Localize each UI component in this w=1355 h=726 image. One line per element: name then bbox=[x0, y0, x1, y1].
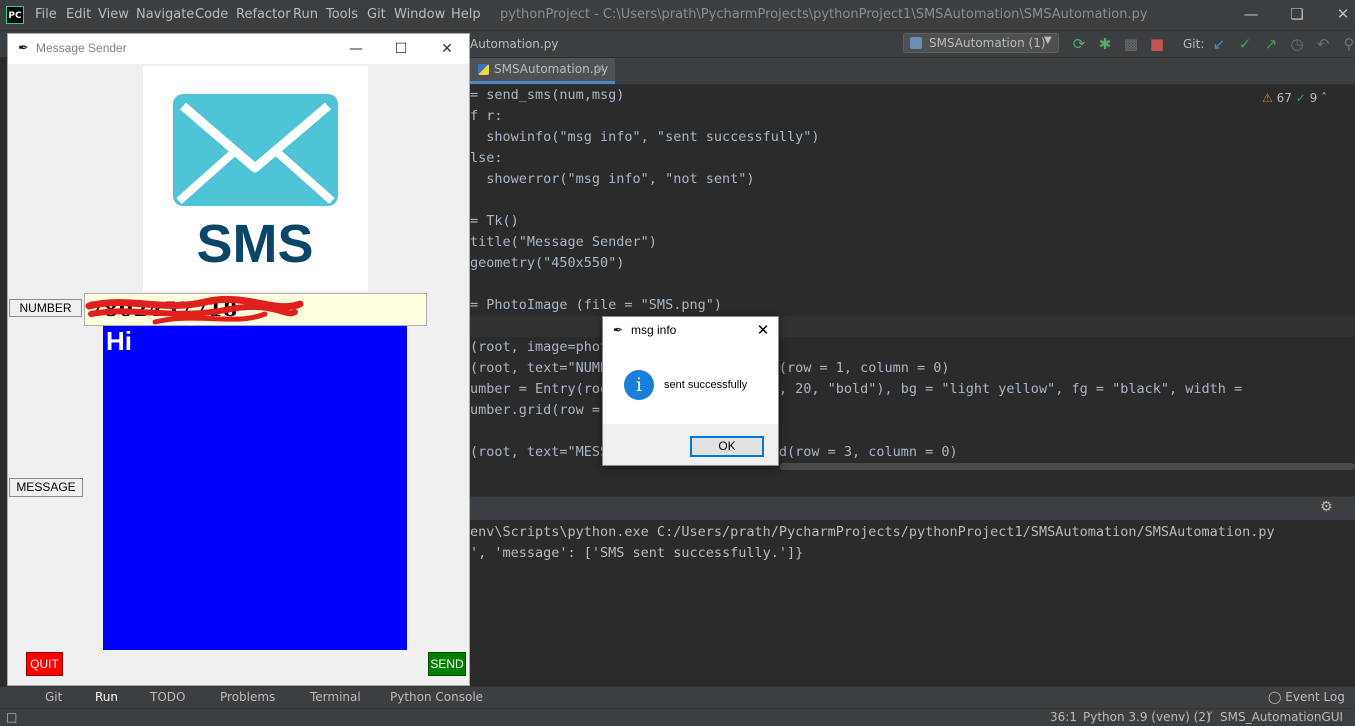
breadcrumb[interactable]: Automation.py bbox=[470, 37, 558, 51]
menu-git[interactable]: Git bbox=[367, 7, 386, 22]
tool-todo[interactable]: TODO bbox=[150, 690, 185, 704]
inspection-widget[interactable]: ⚠ 67 ✓ 9 ˆ bbox=[1262, 91, 1327, 105]
event-log-icon: ◯ bbox=[1268, 690, 1282, 704]
code-line: = PhotoImage (file = "SMS.png") bbox=[470, 297, 722, 313]
tool-problems[interactable]: Problems bbox=[220, 690, 275, 704]
dialog-message: sent successfully bbox=[664, 379, 748, 391]
tool-terminal[interactable]: Terminal bbox=[310, 690, 361, 704]
git-branch[interactable]: SMS_AutomationGUI bbox=[1220, 710, 1343, 724]
ide-minimize-icon[interactable]: — bbox=[1236, 4, 1266, 24]
code-line: showerror("msg info", "not sent") bbox=[470, 171, 755, 187]
editor-horizontal-scrollbar[interactable] bbox=[780, 463, 1355, 470]
search-icon[interactable]: ⚲ bbox=[1340, 35, 1355, 53]
caret-position[interactable]: 36:1 bbox=[1050, 710, 1077, 724]
stop-icon[interactable]: ■ bbox=[1148, 35, 1166, 53]
message-sender-window: ✒ Message Sender — ☐ ✕ SMS NUMBER 780245… bbox=[7, 33, 470, 686]
menu-file[interactable]: File bbox=[35, 7, 57, 22]
tab-close-icon[interactable]: ✕ bbox=[595, 61, 605, 75]
ide-close-icon[interactable]: ✕ bbox=[1328, 4, 1355, 24]
python-file-icon bbox=[910, 37, 922, 49]
code-line: showinfo("msg info", "sent successfully"… bbox=[470, 129, 820, 145]
gear-icon[interactable]: ⚙ bbox=[1320, 499, 1333, 515]
debug-icon[interactable]: ✱ bbox=[1096, 35, 1114, 53]
git-label: Git: bbox=[1183, 37, 1205, 51]
tool-python-console[interactable]: Python Console bbox=[390, 690, 483, 704]
tk-window-title: Message Sender bbox=[36, 41, 127, 55]
weak-warning-count: 9 bbox=[1309, 91, 1318, 105]
tk-close-icon[interactable]: ✕ bbox=[432, 37, 462, 61]
git-branch-icon: ᛉ bbox=[1206, 710, 1214, 724]
run-configuration-label: SMSAutomation (1) bbox=[929, 36, 1046, 50]
message-textarea[interactable]: Hi bbox=[103, 326, 407, 650]
git-push-icon[interactable]: ↗ bbox=[1262, 35, 1280, 53]
code-line: f r: bbox=[470, 108, 503, 124]
envelope-icon: SMS bbox=[173, 94, 338, 274]
console-line: env\Scripts\python.exe C:/Users/prath/Py… bbox=[470, 524, 1275, 540]
tk-minimize-icon[interactable]: — bbox=[341, 37, 371, 61]
run-tool-window-header bbox=[470, 496, 1355, 521]
tk-maximize-icon[interactable]: ☐ bbox=[386, 37, 416, 61]
msg-info-dialog: ✒ msg info ✕ i sent successfully OK bbox=[602, 316, 779, 466]
git-history-icon[interactable]: ◷ bbox=[1288, 35, 1306, 53]
menu-tools[interactable]: Tools bbox=[326, 7, 358, 22]
menu-run[interactable]: Run bbox=[293, 7, 318, 22]
menu-edit[interactable]: Edit bbox=[66, 7, 91, 22]
code-line: umber.grid(row = 1 bbox=[470, 402, 617, 418]
coverage-icon[interactable]: ▩ bbox=[1122, 35, 1140, 53]
warning-count: 67 bbox=[1276, 91, 1292, 105]
run-configuration-select[interactable]: SMSAutomation (1) ▼ bbox=[903, 33, 1059, 53]
code-line: title("Message Sender") bbox=[470, 234, 657, 250]
event-log-button[interactable]: ◯ Event Log bbox=[1268, 690, 1345, 704]
code-line: umber = Entry(root, font = ("Algerian", … bbox=[470, 381, 1243, 397]
dialog-title: msg info bbox=[631, 323, 677, 337]
interpreter-selector[interactable]: Python 3.9 (venv) (2) bbox=[1083, 710, 1211, 724]
message-textarea-value: Hi bbox=[106, 326, 132, 356]
event-log-label: Event Log bbox=[1285, 690, 1345, 704]
menu-refactor[interactable]: Refactor bbox=[236, 7, 291, 22]
toggle-tool-windows-icon[interactable]: □ bbox=[6, 710, 17, 724]
git-update-icon[interactable]: ↙ bbox=[1210, 35, 1228, 53]
message-label: MESSAGE bbox=[9, 478, 83, 497]
ide-restore-icon[interactable]: ❏ bbox=[1282, 4, 1312, 24]
warning-icon: ⚠ bbox=[1262, 91, 1273, 105]
pycharm-logo-icon: PC bbox=[6, 6, 24, 24]
number-label: NUMBER bbox=[9, 299, 82, 317]
menu-code[interactable]: Code bbox=[195, 7, 228, 22]
tool-git[interactable]: Git bbox=[45, 690, 62, 704]
python-file-icon bbox=[478, 64, 489, 75]
code-line: lse: bbox=[470, 150, 503, 166]
tk-feather-icon: ✒ bbox=[18, 41, 29, 56]
console-line: ', 'message': ['SMS sent successfully.']… bbox=[470, 545, 804, 561]
tool-run[interactable]: Run bbox=[95, 690, 118, 704]
code-line: = Tk() bbox=[470, 213, 519, 229]
menu-help[interactable]: Help bbox=[451, 7, 481, 22]
ide-window-title: pythonProject - C:\Users\prath\PycharmPr… bbox=[500, 7, 1148, 22]
git-commit-icon[interactable]: ✓ bbox=[1236, 35, 1254, 53]
menu-view[interactable]: View bbox=[98, 7, 129, 22]
menu-window[interactable]: Window bbox=[394, 7, 445, 22]
editor-tab-label: SMSAutomation.py bbox=[494, 62, 609, 76]
menu-navigate[interactable]: Navigate bbox=[136, 7, 194, 22]
rerun-icon[interactable]: ⟳ bbox=[1070, 35, 1088, 53]
sms-logo-text: SMS bbox=[196, 214, 313, 274]
quit-button[interactable]: QUIT bbox=[26, 652, 63, 676]
dialog-feather-icon: ✒ bbox=[613, 323, 624, 337]
number-input[interactable]: 7802457718 bbox=[84, 293, 427, 326]
code-line: geometry("450x550") bbox=[470, 255, 625, 271]
sms-logo-image: SMS bbox=[143, 66, 368, 291]
weak-warning-icon: ✓ bbox=[1295, 91, 1306, 105]
chevron-down-icon: ▼ bbox=[1044, 35, 1052, 46]
redaction-scribble bbox=[85, 295, 304, 325]
dialog-close-icon[interactable]: ✕ bbox=[751, 319, 775, 341]
chevron-up-icon[interactable]: ˆ bbox=[1321, 91, 1327, 105]
info-icon: i bbox=[624, 370, 654, 400]
editor-tab-smsautomation[interactable]: SMSAutomation.py ✕ bbox=[470, 58, 615, 84]
bottom-tool-strip bbox=[0, 686, 1355, 709]
send-button[interactable]: SEND bbox=[428, 652, 466, 676]
git-rollback-icon[interactable]: ↶ bbox=[1314, 35, 1332, 53]
code-line: = send_sms(num,msg) bbox=[470, 87, 625, 103]
ok-button[interactable]: OK bbox=[690, 436, 764, 457]
